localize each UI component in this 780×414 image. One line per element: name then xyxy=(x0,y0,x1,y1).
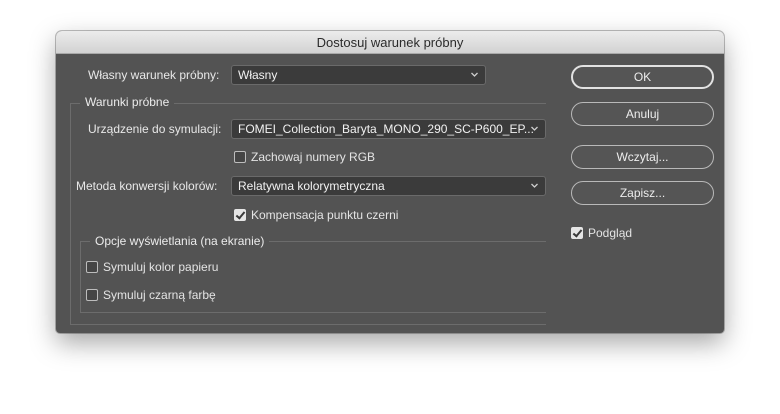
checkbox-checked-icon xyxy=(234,209,246,221)
rendering-intent-value: Relatywna kolorymetryczna xyxy=(238,179,385,193)
dialog-titlebar: Dostosuj warunek próbny xyxy=(56,31,724,54)
proof-setup-dialog: Dostosuj warunek próbny Własny warunek p… xyxy=(56,31,724,333)
preserve-rgb-checkbox[interactable]: Zachowaj numery RGB xyxy=(234,149,375,165)
chevron-down-icon xyxy=(531,126,538,131)
simulate-paper-color-label: Symuluj kolor papieru xyxy=(103,260,219,274)
chevron-down-icon xyxy=(471,72,478,77)
custom-condition-label: Własny warunek próbny: xyxy=(88,68,220,82)
display-options-legend: Opcje wyświetlania (na ekranie) xyxy=(90,233,270,249)
custom-condition-select[interactable]: Własny xyxy=(231,65,486,85)
chevron-down-icon xyxy=(531,183,538,188)
custom-condition-value: Własny xyxy=(238,68,278,82)
simulation-device-select[interactable]: FOMEI_Collection_Baryta_MONO_290_SC-P600… xyxy=(231,119,546,139)
simulation-device-label: Urządzenie do symulacji: xyxy=(88,122,222,136)
simulate-black-ink-checkbox[interactable]: Symuluj czarną farbę xyxy=(86,287,216,303)
simulate-black-ink-label: Symuluj czarną farbę xyxy=(103,288,216,302)
proof-conditions-legend: Warunki próbne xyxy=(80,94,175,110)
rendering-intent-label: Metoda konwersji kolorów: xyxy=(76,179,218,193)
checkbox-unchecked-icon xyxy=(86,289,98,301)
dialog-title: Dostosuj warunek próbny xyxy=(316,35,464,50)
simulate-paper-color-checkbox[interactable]: Symuluj kolor papieru xyxy=(86,259,218,275)
ok-button[interactable]: OK xyxy=(571,65,714,89)
checkbox-unchecked-icon xyxy=(86,261,98,273)
load-button[interactable]: Wczytaj... xyxy=(571,145,714,169)
save-button[interactable]: Zapisz... xyxy=(571,181,714,205)
preserve-rgb-label: Zachowaj numery RGB xyxy=(251,150,376,164)
checkbox-unchecked-icon xyxy=(234,151,246,163)
simulation-device-value: FOMEI_Collection_Baryta_MONO_290_SC-P600… xyxy=(238,122,534,136)
checkbox-checked-icon xyxy=(571,227,583,239)
preview-label: Podgląd xyxy=(588,226,633,240)
rendering-intent-select[interactable]: Relatywna kolorymetryczna xyxy=(231,176,546,196)
cancel-button[interactable]: Anuluj xyxy=(571,102,714,126)
black-point-compensation-label: Kompensacja punktu czerni xyxy=(251,208,399,222)
preview-checkbox[interactable]: Podgląd xyxy=(571,225,632,241)
black-point-compensation-checkbox[interactable]: Kompensacja punktu czerni xyxy=(234,207,398,223)
